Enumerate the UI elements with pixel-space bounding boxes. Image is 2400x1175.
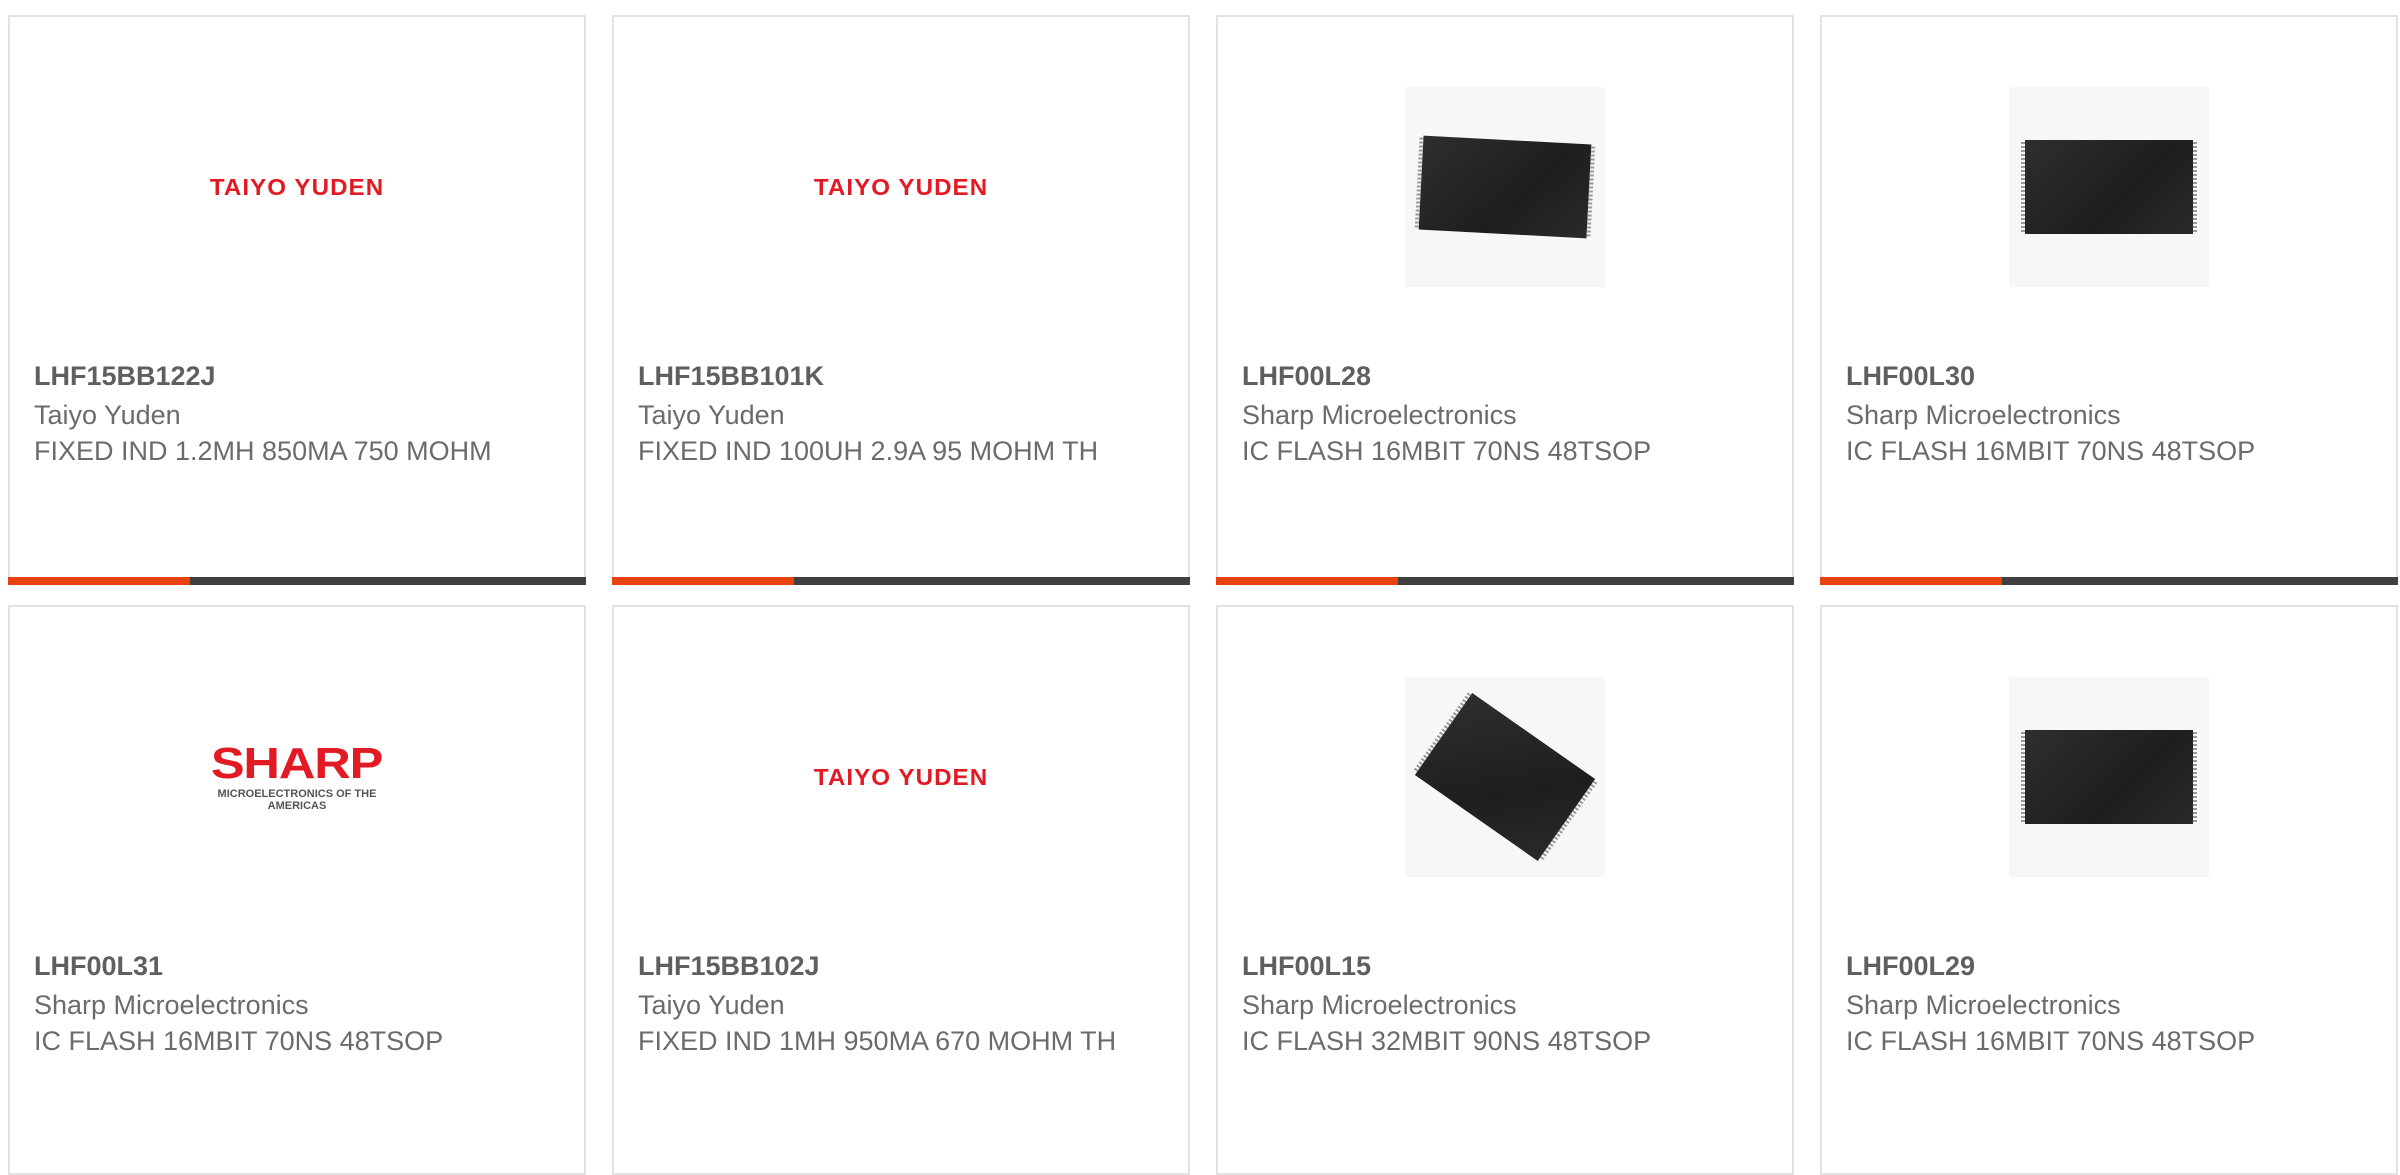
part-number[interactable]: LHF00L29 [1846,949,2372,983]
tsop-chip-photo [2009,87,2209,287]
part-number[interactable]: LHF00L31 [34,949,560,983]
product-description: FIXED IND 1.2MH 850MA 750 MOHM [34,436,492,466]
tsop-chip-photo [2009,677,2209,877]
product-card[interactable]: SHARP MICROELECTRONICS OF THE AMERICAS L… [8,605,586,1175]
part-number[interactable]: LHF15BB122J [34,359,560,393]
accent-segment [1216,577,1398,585]
chip-icon [1414,693,1596,861]
accent-segment [8,577,190,585]
manufacturer-name: Sharp Microelectronics [34,990,309,1020]
product-description: IC FLASH 16MBIT 70NS 48TSOP [34,1026,444,1056]
product-description: IC FLASH 32MBIT 90NS 48TSOP [1242,1026,1652,1056]
taiyo-yuden-logo: TAIYO YUDEN [813,173,989,200]
taiyo-yuden-logo: TAIYO YUDEN [209,173,385,200]
product-image[interactable]: SHARP MICROELECTRONICS OF THE AMERICAS [10,607,584,947]
card-accent-bar [1820,577,2398,585]
product-card[interactable]: LHF00L30 Sharp Microelectronics IC FLASH… [1820,15,2398,585]
product-description: FIXED IND 100UH 2.9A 95 MOHM TH [638,436,1099,466]
part-number[interactable]: LHF15BB102J [638,949,1164,983]
card-accent-bar [8,577,586,585]
product-image[interactable]: TAIYO YUDEN [614,17,1188,357]
product-card[interactable]: TAIYO YUDEN LHF15BB102J Taiyo Yuden FIXE… [612,605,1190,1175]
sharp-logo-subtext: MICROELECTRONICS OF THE AMERICAS [217,788,377,812]
sharp-logo-brand: SHARP [211,739,384,788]
manufacturer-name: Taiyo Yuden [638,400,785,430]
product-description: IC FLASH 16MBIT 70NS 48TSOP [1242,436,1652,466]
product-card[interactable]: TAIYO YUDEN LHF15BB101K Taiyo Yuden FIXE… [612,15,1190,585]
manufacturer-name: Taiyo Yuden [34,400,181,430]
product-image[interactable]: TAIYO YUDEN [614,607,1188,947]
product-image[interactable] [1218,607,1792,947]
product-image[interactable]: TAIYO YUDEN [10,17,584,357]
product-image[interactable] [1218,17,1792,357]
card-accent-bar [612,577,1190,585]
card-accent-bar [1216,577,1794,585]
sharp-logo: SHARP MICROELECTRONICS OF THE AMERICAS [202,739,392,813]
product-image[interactable] [1822,607,2396,947]
part-number[interactable]: LHF00L15 [1242,949,1768,983]
product-card[interactable]: TAIYO YUDEN LHF15BB122J Taiyo Yuden FIXE… [8,15,586,585]
manufacturer-name: Taiyo Yuden [638,990,785,1020]
product-image[interactable] [1822,17,2396,357]
product-description: FIXED IND 1MH 950MA 670 MOHM TH [638,1026,1117,1056]
manufacturer-name: Sharp Microelectronics [1846,400,2121,430]
part-number[interactable]: LHF00L28 [1242,359,1768,393]
part-number[interactable]: LHF00L30 [1846,359,2372,393]
product-description: IC FLASH 16MBIT 70NS 48TSOP [1846,1026,2256,1056]
manufacturer-name: Sharp Microelectronics [1242,400,1517,430]
product-card[interactable]: LHF00L28 Sharp Microelectronics IC FLASH… [1216,15,1794,585]
product-card[interactable]: LHF00L29 Sharp Microelectronics IC FLASH… [1820,605,2398,1175]
product-card[interactable]: LHF00L15 Sharp Microelectronics IC FLASH… [1216,605,1794,1175]
chip-icon [2021,140,2197,234]
taiyo-yuden-logo: TAIYO YUDEN [813,763,989,790]
product-description: IC FLASH 16MBIT 70NS 48TSOP [1846,436,2256,466]
tsop-chip-photo [1405,677,1605,877]
manufacturer-name: Sharp Microelectronics [1846,990,2121,1020]
part-number[interactable]: LHF15BB101K [638,359,1164,393]
manufacturer-name: Sharp Microelectronics [1242,990,1517,1020]
accent-segment [1820,577,2002,585]
chip-icon [2021,730,2197,824]
tsop-chip-photo [1405,87,1605,287]
accent-segment [612,577,794,585]
product-grid: TAIYO YUDEN LHF15BB122J Taiyo Yuden FIXE… [8,15,2400,1175]
chip-icon [1418,135,1592,239]
